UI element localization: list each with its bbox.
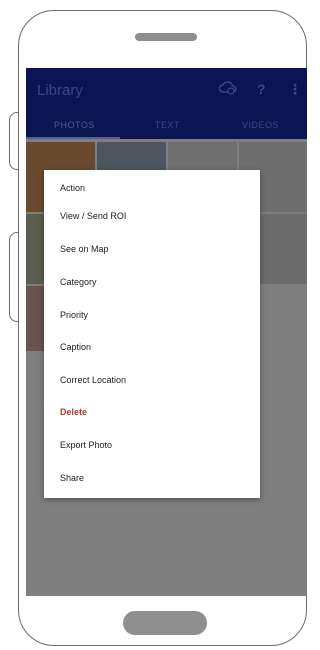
cloud-sync-icon[interactable] [218, 80, 237, 99]
menu-item-share[interactable]: Share [60, 473, 84, 483]
phone-speaker [135, 33, 197, 41]
menu-item-delete[interactable]: Delete [60, 407, 87, 417]
app-title: Library [37, 82, 83, 99]
tab-photos[interactable]: PHOTOS [54, 120, 95, 130]
menu-item-caption[interactable]: Caption [60, 342, 91, 352]
menu-item-priority[interactable]: Priority [60, 310, 88, 320]
menu-item-export-photo[interactable]: Export Photo [60, 440, 112, 450]
help-icon[interactable]: ? [257, 81, 266, 97]
tab-videos[interactable]: VIDEOS [242, 120, 279, 130]
photo-action-menu: Action View / Send ROI See on Map Catego… [44, 170, 260, 498]
library-tabs: PHOTOS TEXT VIDEOS [26, 116, 307, 139]
menu-item-action[interactable]: Action [60, 183, 85, 193]
phone-home-button[interactable] [123, 611, 207, 635]
menu-item-view-send-roi[interactable]: View / Send ROI [60, 211, 126, 221]
menu-item-category[interactable]: Category [60, 277, 97, 287]
overflow-menu-icon[interactable]: ⋮ [288, 81, 302, 98]
tab-text[interactable]: TEXT [155, 120, 180, 130]
cloud-sync-icon-svg [218, 81, 237, 95]
menu-item-see-on-map[interactable]: See on Map [60, 244, 109, 254]
menu-item-correct-location[interactable]: Correct Location [60, 375, 126, 385]
app-bar: Library ? ⋮ PHOTOS TEXT VIDEOS [26, 68, 307, 139]
